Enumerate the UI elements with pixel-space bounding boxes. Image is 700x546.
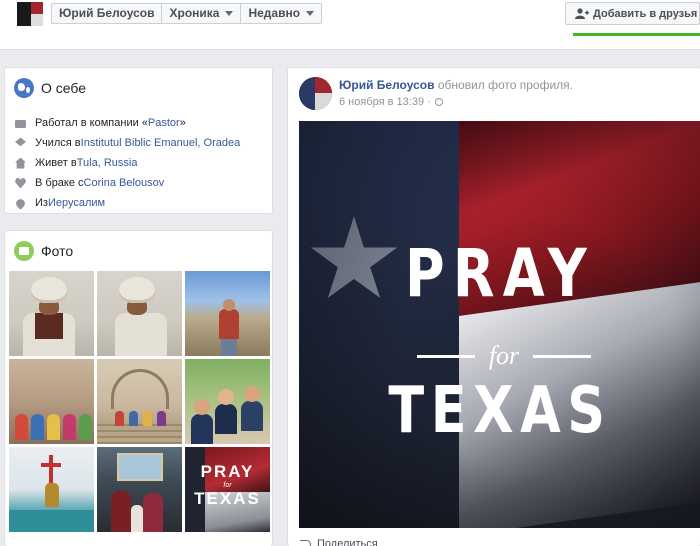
divider: [533, 354, 592, 358]
photo-thumbnail[interactable]: [97, 447, 182, 532]
post-timestamp[interactable]: 6 ноября в 13:39 ·: [339, 96, 431, 108]
photo-thumbnail[interactable]: [9, 271, 94, 356]
post-meta: 6 ноября в 13:39 ·: [339, 96, 443, 108]
chevron-down-icon: [225, 11, 234, 16]
share-icon: [300, 539, 311, 546]
graduation-cap-icon: [15, 137, 26, 147]
post-photo[interactable]: PRAY for TEXAS: [299, 121, 700, 528]
photo-thumbnail[interactable]: PRAY for TEXAS: [185, 447, 270, 532]
image-text-texas: TEXAS: [388, 374, 612, 448]
feed-post: Юрий Белоусов обновил фото профиля. 6 но…: [287, 67, 700, 546]
globe-privacy-icon[interactable]: [434, 98, 443, 106]
photos-title[interactable]: Фото: [14, 241, 73, 261]
profile-breadcrumb: Юрий Белоусов Хроника Недавно: [51, 3, 323, 24]
photo-icon: [14, 241, 34, 261]
active-tab-indicator: [573, 33, 700, 36]
about-row-work: Работал в компании «Pastor»: [15, 113, 270, 133]
about-title: О себе: [14, 78, 86, 98]
timeline-dropdown[interactable]: Хроника: [162, 4, 242, 23]
image-text-pray: PRAY: [404, 235, 596, 312]
image-text-for-row: for: [399, 341, 609, 371]
education-link[interactable]: Institutul Biblic Emanuel, Oradea: [81, 137, 241, 149]
post-header: Юрий Белоусов обновил фото профиля.: [339, 78, 573, 92]
photo-thumbnail[interactable]: [185, 271, 270, 356]
about-row-lives: Живет в Tula, Russia: [15, 153, 270, 173]
post-author-link[interactable]: Юрий Белоусов: [339, 78, 434, 92]
divider: [416, 354, 475, 358]
photo-thumbnail[interactable]: [9, 447, 94, 532]
profile-name-link[interactable]: Юрий Белоусов: [52, 4, 163, 23]
post-author-avatar[interactable]: [299, 77, 332, 110]
house-icon: [15, 157, 26, 169]
about-row-married: В браке с Corina Belousov: [15, 173, 270, 193]
hometown-link[interactable]: Иерусалим: [48, 197, 105, 209]
image-text-for: for: [488, 341, 520, 370]
briefcase-icon: [15, 120, 26, 128]
add-friend-icon: [575, 8, 589, 19]
photo-grid: PRAY for TEXAS: [9, 271, 272, 532]
globe-icon: [14, 78, 34, 98]
about-row-education: Учился в Institutul Biblic Emanuel, Orad…: [15, 133, 270, 153]
heart-icon: [15, 177, 26, 189]
profile-top-bar: Юрий Белоусов Хроника Недавно Добавить в…: [0, 0, 700, 50]
chevron-down-icon: [306, 11, 315, 16]
recent-dropdown[interactable]: Недавно: [241, 4, 321, 23]
location-pin-icon: [14, 196, 27, 210]
work-link[interactable]: Pastor: [148, 117, 180, 129]
about-card: О себе Работал в компании «Pastor» Училс…: [4, 67, 273, 214]
post-action-text: обновил фото профиля.: [437, 78, 573, 92]
photo-thumbnail[interactable]: [97, 359, 182, 444]
add-friend-button[interactable]: Добавить в друзья: [565, 2, 700, 25]
photo-thumbnail[interactable]: [185, 359, 270, 444]
photo-thumbnail[interactable]: [9, 359, 94, 444]
photo-thumbnail[interactable]: [97, 271, 182, 356]
current-city-link[interactable]: Tula, Russia: [77, 157, 138, 169]
about-list: Работал в компании «Pastor» Учился в Ins…: [14, 113, 270, 213]
share-button[interactable]: Поделиться: [300, 538, 378, 546]
spouse-link[interactable]: Corina Belousov: [84, 177, 165, 189]
photos-card: Фото PRAY for TEXAS: [4, 230, 273, 546]
profile-avatar-small[interactable]: [17, 2, 43, 26]
about-row-from: Из Иерусалим: [14, 193, 270, 213]
